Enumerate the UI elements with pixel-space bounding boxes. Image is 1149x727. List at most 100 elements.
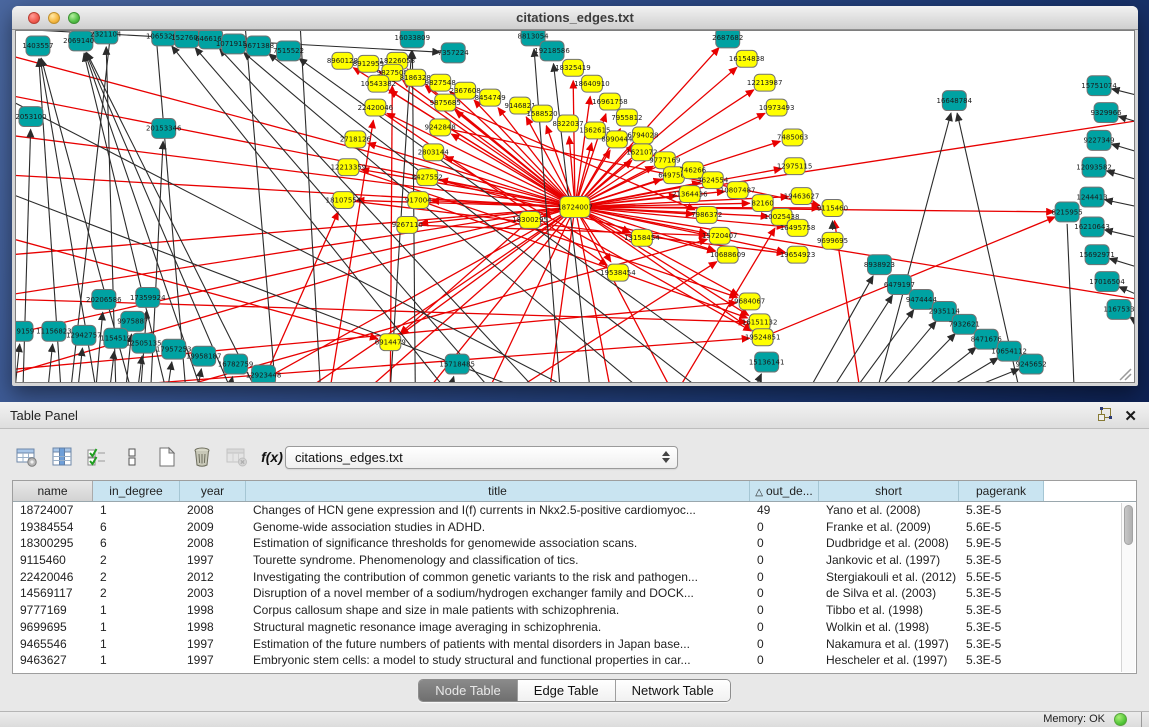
graph-edge[interactable] (946, 358, 998, 382)
graph-edge[interactable] (586, 209, 1134, 300)
modify-table-icon[interactable] (16, 446, 38, 468)
graph-node[interactable]: 12213359 (331, 159, 367, 176)
table-row[interactable]: 2242004622012Investigating the contribut… (13, 569, 1136, 586)
graph-edge[interactable] (1067, 224, 1074, 382)
graph-node[interactable]: 16210643 (1074, 217, 1110, 237)
graph-node[interactable]: 9245652 (1016, 354, 1047, 374)
graph-node[interactable]: 15692971 (1079, 245, 1115, 265)
cell-name[interactable]: 9465546 (13, 636, 93, 653)
graph-edge[interactable] (773, 217, 1055, 333)
delete-column-icon[interactable] (191, 446, 213, 468)
cell-short[interactable]: de Silva et al. (2003) (819, 585, 959, 602)
graph-node[interactable]: 20153346 (146, 119, 182, 139)
cell-title[interactable]: Changes of HCN gene expression and I(f) … (246, 502, 750, 519)
column-header-in-degree[interactable]: in_degree (93, 481, 180, 501)
graph-node[interactable]: 6914479 (375, 334, 406, 351)
cell-short[interactable]: Stergiakouli et al. (2012) (819, 569, 959, 586)
cell-name[interactable]: 9115460 (13, 552, 93, 569)
cell-year[interactable]: 1997 (180, 636, 246, 653)
column-header-year[interactable]: year (180, 481, 246, 501)
table-chooser-select[interactable]: citations_edges.txt (285, 446, 678, 469)
graph-node[interactable]: 19524851 (745, 329, 781, 346)
graph-edge[interactable] (1107, 171, 1134, 180)
cell-in-degree[interactable]: 2 (93, 585, 180, 602)
graph-node[interactable]: 12975115 (777, 158, 813, 175)
cell-title[interactable]: Genome-wide association studies in ADHD. (246, 519, 750, 536)
graph-node[interactable]: 19654923 (780, 246, 816, 263)
cell-pagerank[interactable]: 5.6E-5 (959, 519, 1044, 536)
graph-node[interactable]: 1403557 (22, 36, 53, 56)
cell-year[interactable]: 2003 (180, 585, 246, 602)
graph-node[interactable]: 2321104 (90, 31, 122, 44)
cell-in-degree[interactable]: 6 (93, 519, 180, 536)
graph-edge[interactable] (451, 134, 565, 201)
column-header-short[interactable]: short (819, 481, 959, 501)
graph-node[interactable]: 9227349 (1084, 130, 1115, 150)
graph-node[interactable]: 15718485 (439, 354, 475, 374)
cell-short[interactable]: Hescheler et al. (1997) (819, 652, 959, 669)
cell-pagerank[interactable]: 5.3E-5 (959, 619, 1044, 636)
graph-edge[interactable] (833, 295, 893, 382)
tab-node-table[interactable]: Node Table (419, 680, 518, 701)
resize-grip[interactable] (1120, 369, 1131, 380)
new-column-icon[interactable] (156, 446, 178, 468)
table-row[interactable]: 946362711997Embryonic stem cells: a mode… (13, 652, 1136, 669)
cell-year[interactable]: 2008 (180, 502, 246, 519)
cell-out-de-[interactable]: 0 (750, 652, 819, 669)
cell-year[interactable]: 1997 (180, 552, 246, 569)
cell-short[interactable]: Jankovic et al. (1997) (819, 552, 959, 569)
graph-node[interactable]: 9115460 (817, 200, 848, 217)
show-columns-icon[interactable] (51, 446, 73, 468)
selection-mode-icon[interactable] (86, 446, 108, 468)
graph-node[interactable]: 7515522 (273, 41, 304, 61)
column-header-name[interactable]: name (13, 481, 93, 501)
vertical-scrollbar[interactable] (1121, 503, 1135, 672)
graph-node[interactable]: 9671388 (243, 36, 274, 56)
cell-in-degree[interactable]: 1 (93, 636, 180, 653)
graph-node[interactable]: 1167533 (1103, 299, 1134, 319)
cell-out-de-[interactable]: 0 (750, 636, 819, 653)
delete-table-icon[interactable] (226, 446, 248, 468)
cell-title[interactable]: Estimation of the future numbers of pati… (246, 636, 750, 653)
graph-node[interactable]: 16154838 (729, 50, 765, 67)
graph-node[interactable]: 2053100 (16, 107, 47, 127)
row-height-icon[interactable] (121, 446, 143, 468)
graph-node[interactable]: 15136141 (749, 352, 785, 372)
cell-pagerank[interactable]: 5.3E-5 (959, 652, 1044, 669)
cell-out-de-[interactable]: 0 (750, 585, 819, 602)
cell-in-degree[interactable]: 1 (93, 652, 180, 669)
graph-node[interactable]: 8938923 (864, 255, 895, 275)
cell-title[interactable]: Disruption of a novel member of a sodium… (246, 585, 750, 602)
graph-edge[interactable] (877, 113, 951, 382)
cell-name[interactable]: 9699695 (13, 619, 93, 636)
cell-out-de-[interactable]: 0 (750, 569, 819, 586)
close-panel-icon[interactable]: ✕ (1124, 409, 1137, 425)
cell-year[interactable]: 1997 (180, 652, 246, 669)
graph-node[interactable]: 15751074 (1081, 76, 1117, 96)
cell-pagerank[interactable]: 5.3E-5 (959, 502, 1044, 519)
tab-edge-table[interactable]: Edge Table (518, 680, 616, 701)
cell-name[interactable]: 9777169 (13, 602, 93, 619)
tab-network-table[interactable]: Network Table (616, 680, 730, 701)
cell-title[interactable]: Investigating the contribution of common… (246, 569, 750, 586)
cell-pagerank[interactable]: 5.3E-5 (959, 602, 1044, 619)
graph-edge[interactable] (855, 310, 913, 382)
graph-edge[interactable] (810, 276, 874, 382)
graph-node[interactable]: 9699695 (817, 232, 848, 249)
column-header-title[interactable]: title (246, 481, 750, 501)
graph-node[interactable]: 1244413 (1077, 187, 1108, 207)
graph-node[interactable]: 12093582 (1076, 157, 1112, 177)
cell-in-degree[interactable]: 1 (93, 619, 180, 636)
cell-in-degree[interactable]: 2 (93, 552, 180, 569)
graph-edge[interactable] (569, 136, 574, 196)
table-row[interactable]: 1872400712008Changes of HCN gene express… (13, 502, 1136, 519)
cell-pagerank[interactable]: 5.5E-5 (959, 569, 1044, 586)
graph-node[interactable]: 9329966 (1090, 103, 1121, 123)
graph-node[interactable]: 917004 (405, 192, 432, 209)
table-row[interactable]: 1830029562008Estimation of significance … (13, 535, 1136, 552)
cell-out-de-[interactable]: 0 (750, 552, 819, 569)
memory-ok-icon[interactable] (1114, 713, 1127, 726)
graph-node[interactable]: 19463627 (784, 188, 820, 205)
graph-edge[interactable] (16, 240, 378, 339)
graph-node[interactable]: 7955812 (611, 109, 642, 126)
